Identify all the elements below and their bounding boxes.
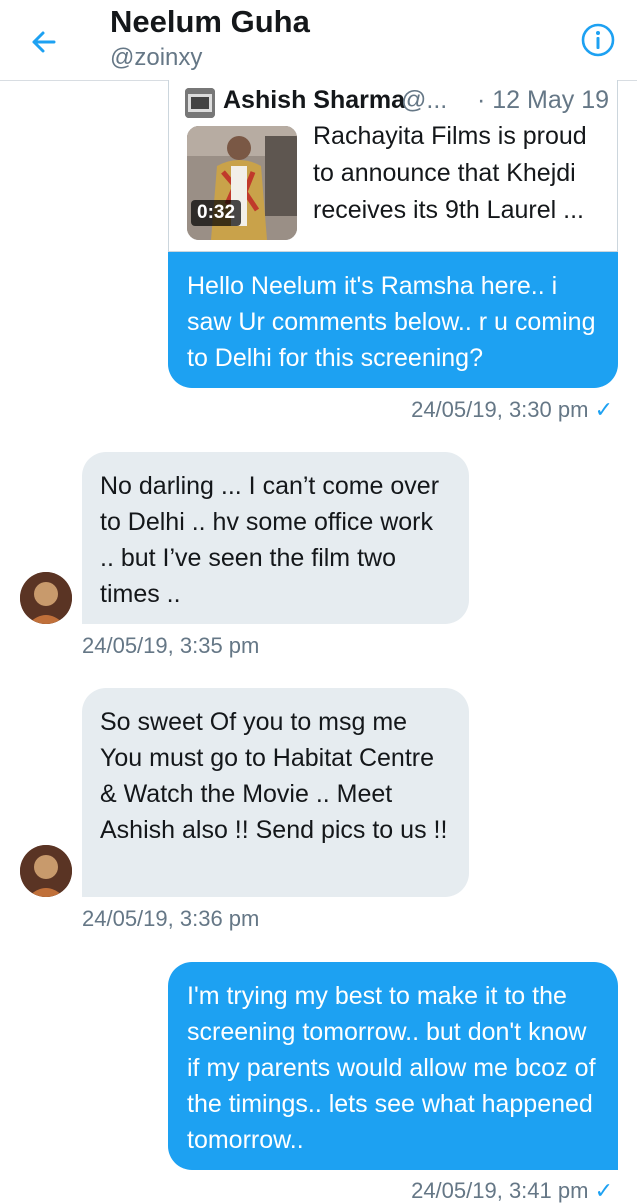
message-timestamp: 24/05/19, 3:35 pm: [82, 633, 259, 659]
shared-tweet-card[interactable]: Ashish Sharma @... · 12 May 19 0:32 Rach…: [168, 80, 618, 252]
timestamp-text: 24/05/19, 3:35 pm: [82, 633, 260, 658]
tweet-author-handle: @...: [401, 86, 448, 114]
message-text: So sweet Of you to msg me You must go to…: [100, 708, 448, 844]
message-timestamp: 24/05/19, 3:41 pm ✓: [411, 1178, 613, 1204]
sent-check-icon: ✓: [594, 397, 613, 422]
message-text: I'm trying my best to make it to the scr…: [187, 982, 596, 1154]
avatar[interactable]: [20, 572, 72, 624]
tweet-text: Rachayita Films is proud to announce tha…: [313, 122, 587, 224]
timestamp-text: 24/05/19, 3:41 pm: [411, 1178, 589, 1203]
message-timestamp: 24/05/19, 3:36 pm: [82, 906, 259, 932]
tweet-author-avatar: [185, 88, 215, 118]
video-thumbnail[interactable]: 0:32: [187, 126, 297, 240]
shared-tweet-header: Ashish Sharma @... · 12 May 19: [185, 86, 615, 122]
message-timestamp: 24/05/19, 3:30 pm ✓: [411, 397, 613, 423]
timestamp-text: 24/05/19, 3:30 pm: [411, 397, 589, 422]
message-bubble-sent[interactable]: I'm trying my best to make it to the scr…: [168, 962, 618, 1170]
message-bubble-sent[interactable]: Hello Neelum it's Ramsha here.. i saw Ur…: [168, 252, 618, 388]
avatar[interactable]: [20, 845, 72, 897]
sent-check-icon: ✓: [594, 1178, 613, 1203]
arrow-left-icon[interactable]: [24, 22, 64, 62]
message-bubble-received[interactable]: No darling ... I can’t come over to Delh…: [82, 452, 469, 624]
tweet-author-name: Ashish Sharma: [223, 86, 406, 114]
user-handle: @zoinxy: [110, 44, 203, 71]
page-title: Neelum Guha: [110, 4, 310, 39]
tweet-date: · 12 May 19: [477, 86, 610, 114]
message-bubble-received[interactable]: So sweet Of you to msg me You must go to…: [82, 688, 469, 897]
video-duration: 0:32: [191, 200, 242, 226]
conversation-header: Neelum Guha @zoinxy: [0, 0, 637, 81]
info-icon[interactable]: [580, 22, 616, 58]
timestamp-text: 24/05/19, 3:36 pm: [82, 906, 260, 931]
message-text: Hello Neelum it's Ramsha here.. i saw Ur…: [187, 272, 596, 372]
message-text: No darling ... I can’t come over to Delh…: [100, 472, 440, 608]
